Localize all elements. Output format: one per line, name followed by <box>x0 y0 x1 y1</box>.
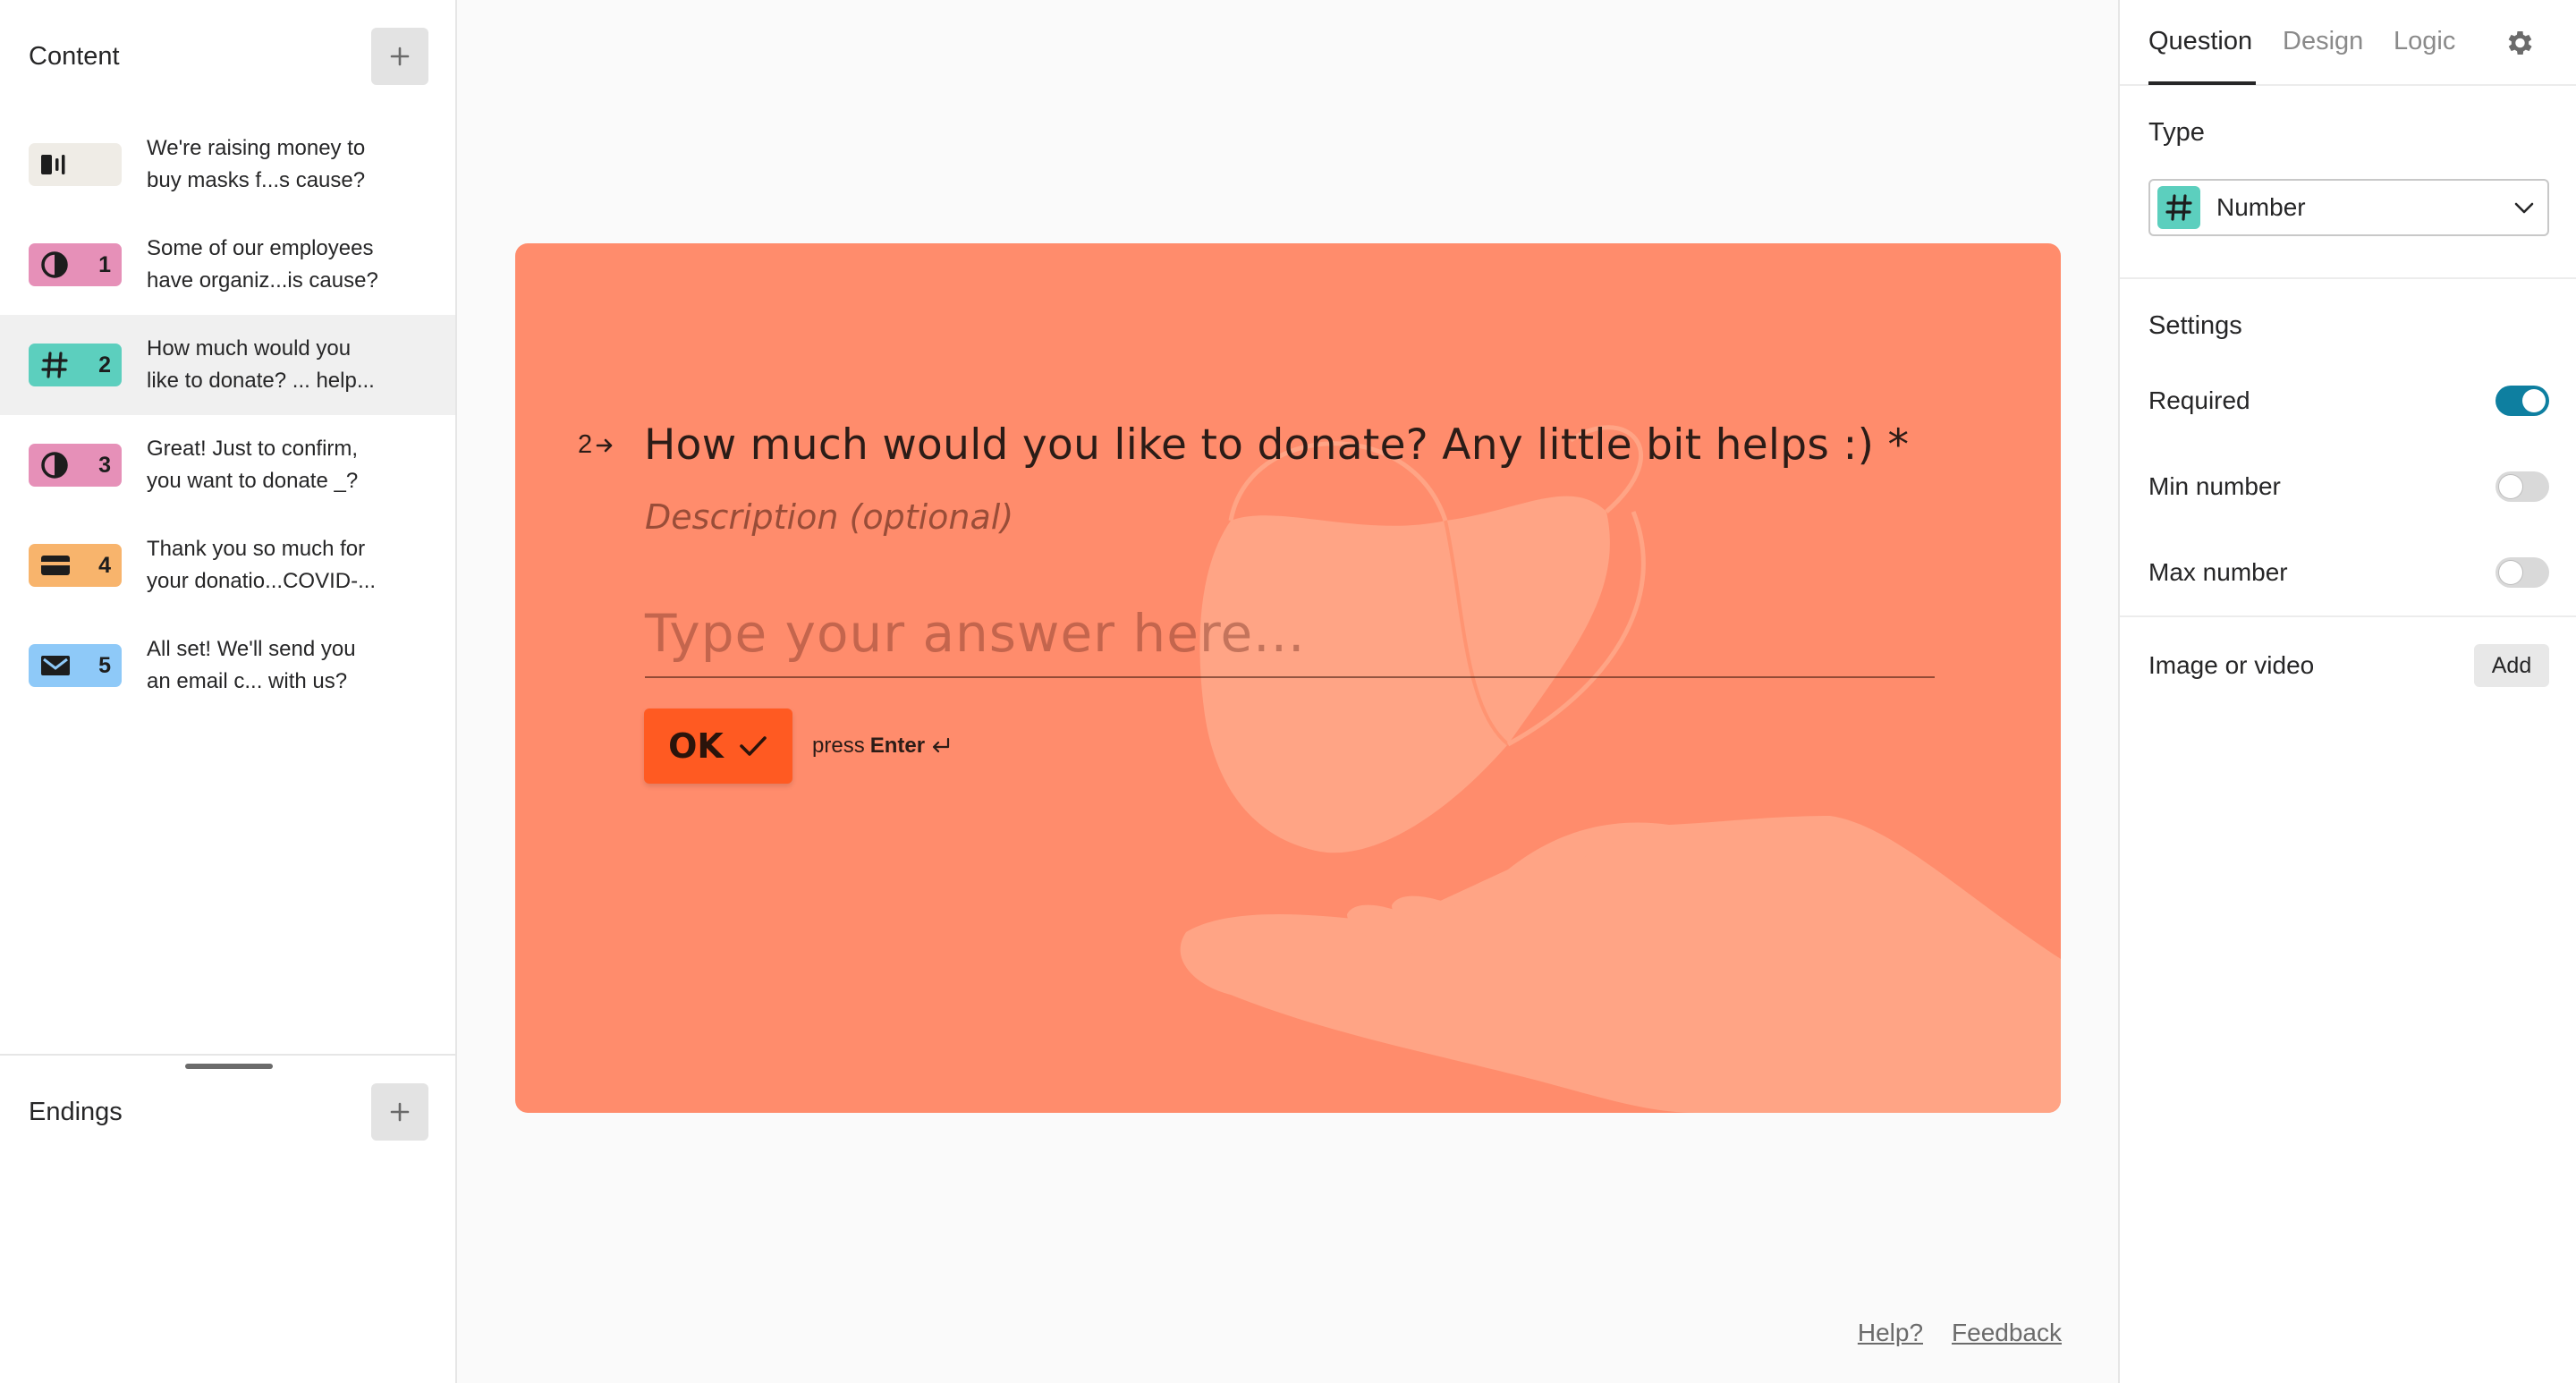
question-badge: 4 <box>29 544 122 587</box>
plus-icon <box>390 47 410 66</box>
plus-icon <box>390 1102 410 1122</box>
content-sidebar: Content We're raising money to buy masks… <box>0 0 457 1383</box>
setting-min-number: Min number <box>2148 464 2549 509</box>
setting-max-number: Max number <box>2148 550 2549 595</box>
question-badge: 5 <box>29 644 122 687</box>
endings-header: Endings <box>29 1082 428 1141</box>
hash-icon <box>41 352 68 378</box>
setting-label: Required <box>2148 386 2250 414</box>
item-text: How much would you like to donate? ... h… <box>147 333 415 397</box>
enter-key-label: Enter <box>869 734 926 758</box>
add-ending-button[interactable] <box>371 1083 428 1141</box>
content-item-5[interactable]: 5 All set! We'll send you an email c... … <box>0 615 455 716</box>
question-number: 2 <box>98 352 111 378</box>
content-item-2[interactable]: 2 How much would you like to donate? ...… <box>0 315 455 415</box>
return-key-icon <box>932 737 950 753</box>
resize-handle[interactable] <box>185 1064 273 1069</box>
description-field[interactable]: Description (optional) <box>645 497 1013 537</box>
press-enter-hint: press Enter <box>812 734 952 759</box>
tab-question[interactable]: Question <box>2148 27 2252 56</box>
item-text: Great! Just to confirm, you want to dona… <box>147 433 415 497</box>
arrow-right-icon <box>596 438 613 452</box>
question-number: 1 <box>98 251 111 277</box>
question-title-row: 2 How much would you like to donate? Any… <box>578 420 1909 470</box>
setting-required: Required <box>2148 378 2549 423</box>
min-number-toggle[interactable] <box>2496 471 2549 502</box>
email-icon <box>41 656 70 675</box>
content-item-1[interactable]: 1 Some of our employees have organiz...i… <box>0 215 455 315</box>
item-line: Some of our employees <box>147 236 374 260</box>
question-badge <box>29 143 122 186</box>
ok-button[interactable]: OK <box>644 708 792 784</box>
item-text: All set! We'll send you an email c... wi… <box>147 633 415 698</box>
add-media-button[interactable]: Add <box>2474 644 2549 687</box>
tab-logic[interactable]: Logic <box>2394 27 2455 56</box>
help-link[interactable]: Help? <box>1858 1319 1923 1347</box>
panel-tabs: Question Design Logic <box>2120 0 2576 86</box>
question-text[interactable]: How much would you like to donate? Any l… <box>644 420 1909 470</box>
yes-no-icon <box>41 452 68 479</box>
type-label: Type <box>2148 118 2205 147</box>
item-line: buy masks f...s cause? <box>147 168 366 192</box>
item-line: you want to donate _? <box>147 469 359 493</box>
footer-links: Help? Feedback <box>1858 1319 2062 1347</box>
item-line: Great! Just to confirm, <box>147 437 359 461</box>
question-settings-panel: Question Design Logic Type Number Settin… <box>2118 0 2576 1383</box>
question-number: 5 <box>98 652 111 678</box>
endings-title: Endings <box>29 1097 123 1126</box>
yes-no-icon <box>41 251 68 278</box>
item-line: your donatio...COVID-... <box>147 569 377 593</box>
question-number: 4 <box>98 552 111 578</box>
required-toggle[interactable] <box>2496 386 2549 416</box>
question-badge: 1 <box>29 243 122 286</box>
item-line: have organiz...is cause? <box>147 268 378 293</box>
setting-label: Max number <box>2148 558 2288 586</box>
add-content-button[interactable] <box>371 28 428 85</box>
item-text: Some of our employees have organiz...is … <box>147 233 415 297</box>
hash-icon <box>2165 194 2192 221</box>
image-or-video-row: Image or video Add <box>2148 643 2549 688</box>
media-label: Image or video <box>2148 651 2315 679</box>
content-item-statement[interactable]: We're raising money to buy masks f...s c… <box>0 115 455 215</box>
content-title: Content <box>29 41 120 71</box>
question-index: 2 <box>578 430 593 459</box>
statement-icon <box>41 155 65 174</box>
item-line: We're raising money to <box>147 136 366 160</box>
sidebar-divider <box>0 1054 455 1056</box>
answer-input[interactable]: Type your answer here... <box>645 603 1935 678</box>
tab-design[interactable]: Design <box>2283 27 2363 56</box>
item-line: All set! We'll send you <box>147 637 356 661</box>
payment-icon <box>41 556 70 575</box>
content-header: Content <box>29 27 428 86</box>
question-badge: 3 <box>29 444 122 487</box>
type-badge <box>2157 186 2200 229</box>
item-line: Thank you so much for <box>147 537 366 561</box>
panel-divider <box>2120 615 2576 617</box>
item-line: How much would you <box>147 336 352 361</box>
chevron-down-icon <box>2514 202 2534 214</box>
content-item-3[interactable]: 3 Great! Just to confirm, you want to do… <box>0 415 455 515</box>
setting-label: Min number <box>2148 472 2281 500</box>
mask-hand-illustration <box>1180 425 2061 1113</box>
press-text: press <box>812 734 865 758</box>
active-tab-indicator <box>2148 81 2256 85</box>
max-number-toggle[interactable] <box>2496 557 2549 588</box>
gear-icon[interactable] <box>2503 27 2535 59</box>
item-text: Thank you so much for your donatio...COV… <box>147 533 415 598</box>
panel-divider <box>2120 277 2576 279</box>
content-item-4[interactable]: 4 Thank you so much for your donatio...C… <box>0 515 455 615</box>
question-number: 3 <box>98 452 111 478</box>
question-preview-card: 2 How much would you like to donate? Any… <box>515 243 2061 1113</box>
feedback-link[interactable]: Feedback <box>1952 1319 2062 1347</box>
item-line: an email c... with us? <box>147 669 348 693</box>
settings-label: Settings <box>2148 311 2242 340</box>
question-number-label: 2 <box>578 430 644 460</box>
item-text: We're raising money to buy masks f...s c… <box>147 132 415 197</box>
item-line: like to donate? ... help... <box>147 369 375 393</box>
ok-label: OK <box>668 726 724 766</box>
type-value: Number <box>2216 193 2306 221</box>
checkmark-icon <box>740 736 767 756</box>
question-type-select[interactable]: Number <box>2148 179 2549 236</box>
question-badge: 2 <box>29 344 122 386</box>
